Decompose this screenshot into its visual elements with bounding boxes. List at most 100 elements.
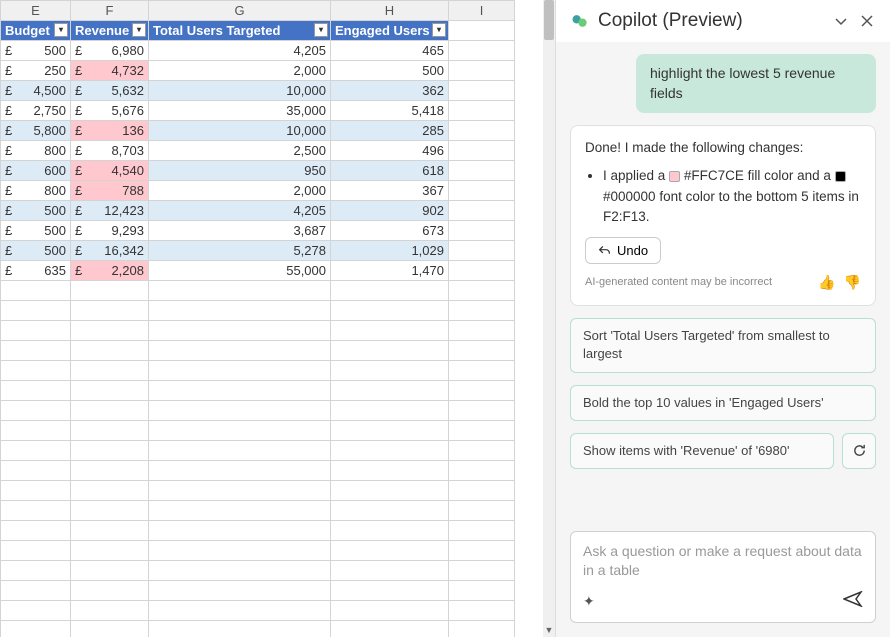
cell-users[interactable]: 5,278 <box>149 241 331 261</box>
cell-budget[interactable]: £600 <box>1 161 71 181</box>
empty-row[interactable] <box>1 561 515 581</box>
cell-revenue[interactable]: £5,632 <box>71 81 149 101</box>
cell-engaged[interactable]: 465 <box>331 41 449 61</box>
cell-engaged[interactable]: 618 <box>331 161 449 181</box>
table-row[interactable]: £5,800£13610,000285 <box>1 121 515 141</box>
cell-users[interactable]: 4,205 <box>149 41 331 61</box>
cell-engaged[interactable]: 902 <box>331 201 449 221</box>
cell-budget[interactable]: £5,800 <box>1 121 71 141</box>
empty-cell[interactable] <box>449 101 515 121</box>
empty-row[interactable] <box>1 401 515 421</box>
empty-cell[interactable] <box>449 41 515 61</box>
cell-revenue[interactable]: £6,980 <box>71 41 149 61</box>
cell-budget[interactable]: £4,500 <box>1 81 71 101</box>
empty-row[interactable] <box>1 481 515 501</box>
cell-revenue[interactable]: £5,676 <box>71 101 149 121</box>
filter-icon[interactable]: ▾ <box>432 23 446 37</box>
empty-row[interactable] <box>1 381 515 401</box>
table-row[interactable]: £250£4,7322,000500 <box>1 61 515 81</box>
empty-cell[interactable] <box>449 121 515 141</box>
cell-budget[interactable]: £800 <box>1 181 71 201</box>
empty-row[interactable] <box>1 361 515 381</box>
refresh-button[interactable] <box>842 433 876 469</box>
cell-revenue[interactable]: £788 <box>71 181 149 201</box>
cell-budget[interactable]: £250 <box>1 61 71 81</box>
empty-cell[interactable] <box>449 161 515 181</box>
table-row[interactable]: £4,500£5,63210,000362 <box>1 81 515 101</box>
col-F[interactable]: F <box>71 1 149 21</box>
sparkle-icon[interactable]: ✦ <box>583 593 595 610</box>
table-row[interactable]: £800£8,7032,500496 <box>1 141 515 161</box>
empty-row[interactable] <box>1 581 515 601</box>
empty-row[interactable] <box>1 421 515 441</box>
table-row[interactable]: £800£7882,000367 <box>1 181 515 201</box>
thumbs-up-icon[interactable]: 👍 <box>818 272 835 293</box>
empty-row[interactable] <box>1 541 515 561</box>
cell-users[interactable]: 55,000 <box>149 261 331 281</box>
cell-revenue[interactable]: £9,293 <box>71 221 149 241</box>
cell-budget[interactable]: £500 <box>1 41 71 61</box>
empty-cell[interactable] <box>449 181 515 201</box>
suggestion-sort[interactable]: Sort 'Total Users Targeted' from smalles… <box>570 318 876 372</box>
send-icon[interactable] <box>843 591 863 612</box>
cell-budget[interactable]: £500 <box>1 201 71 221</box>
header-revenue[interactable]: Revenue▾ <box>71 21 149 41</box>
empty-cell[interactable] <box>449 61 515 81</box>
suggestion-filter[interactable]: Show items with 'Revenue' of '6980' <box>570 433 834 469</box>
vertical-scrollbar[interactable]: ▼ <box>543 0 555 637</box>
col-H[interactable]: H <box>331 1 449 21</box>
filter-icon[interactable]: ▾ <box>132 23 146 37</box>
close-icon[interactable] <box>858 12 876 30</box>
cell-budget[interactable]: £635 <box>1 261 71 281</box>
col-E[interactable]: E <box>1 1 71 21</box>
cell-revenue[interactable]: £136 <box>71 121 149 141</box>
suggestion-bold[interactable]: Bold the top 10 values in 'Engaged Users… <box>570 385 876 421</box>
cell-revenue[interactable]: £8,703 <box>71 141 149 161</box>
cell-users[interactable]: 35,000 <box>149 101 331 121</box>
empty-row[interactable] <box>1 441 515 461</box>
cell-budget[interactable]: £500 <box>1 221 71 241</box>
empty-row[interactable] <box>1 521 515 541</box>
scrollbar-thumb[interactable] <box>544 0 554 40</box>
cell-users[interactable]: 4,205 <box>149 201 331 221</box>
cell-budget[interactable]: £2,750 <box>1 101 71 121</box>
cell-engaged[interactable]: 673 <box>331 221 449 241</box>
message-input[interactable]: Ask a question or make a request about d… <box>570 531 876 623</box>
cell-budget[interactable]: £800 <box>1 141 71 161</box>
cell-engaged[interactable]: 367 <box>331 181 449 201</box>
col-G[interactable]: G <box>149 1 331 21</box>
header-users[interactable]: Total Users Targeted▾ <box>149 21 331 41</box>
table-row[interactable]: £500£16,3425,2781,029 <box>1 241 515 261</box>
empty-cell[interactable] <box>449 241 515 261</box>
empty-row[interactable] <box>1 301 515 321</box>
cell-revenue[interactable]: £16,342 <box>71 241 149 261</box>
empty-cell[interactable] <box>449 21 515 41</box>
cell-revenue[interactable]: £2,208 <box>71 261 149 281</box>
cell-budget[interactable]: £500 <box>1 241 71 261</box>
empty-row[interactable] <box>1 281 515 301</box>
table-row[interactable]: £500£12,4234,205902 <box>1 201 515 221</box>
empty-row[interactable] <box>1 601 515 621</box>
data-table[interactable]: E F G H I Budget▾ Revenue▾ Total Users T… <box>0 0 515 637</box>
cell-users[interactable]: 2,000 <box>149 181 331 201</box>
table-row[interactable]: £635£2,20855,0001,470 <box>1 261 515 281</box>
scroll-down-icon[interactable]: ▼ <box>543 625 555 635</box>
cell-users[interactable]: 3,687 <box>149 221 331 241</box>
cell-engaged[interactable]: 496 <box>331 141 449 161</box>
undo-button[interactable]: Undo <box>585 237 661 264</box>
empty-cell[interactable] <box>449 141 515 161</box>
cell-engaged[interactable]: 1,470 <box>331 261 449 281</box>
empty-row[interactable] <box>1 321 515 341</box>
empty-cell[interactable] <box>449 221 515 241</box>
header-budget[interactable]: Budget▾ <box>1 21 71 41</box>
cell-users[interactable]: 2,000 <box>149 61 331 81</box>
cell-engaged[interactable]: 285 <box>331 121 449 141</box>
spreadsheet-area[interactable]: E F G H I Budget▾ Revenue▾ Total Users T… <box>0 0 555 637</box>
thumbs-down-icon[interactable]: 👎 <box>844 272 861 293</box>
cell-engaged[interactable]: 1,029 <box>331 241 449 261</box>
cell-users[interactable]: 950 <box>149 161 331 181</box>
cell-users[interactable]: 10,000 <box>149 121 331 141</box>
cell-engaged[interactable]: 500 <box>331 61 449 81</box>
table-row[interactable]: £500£9,2933,687673 <box>1 221 515 241</box>
table-row[interactable]: £600£4,540950618 <box>1 161 515 181</box>
